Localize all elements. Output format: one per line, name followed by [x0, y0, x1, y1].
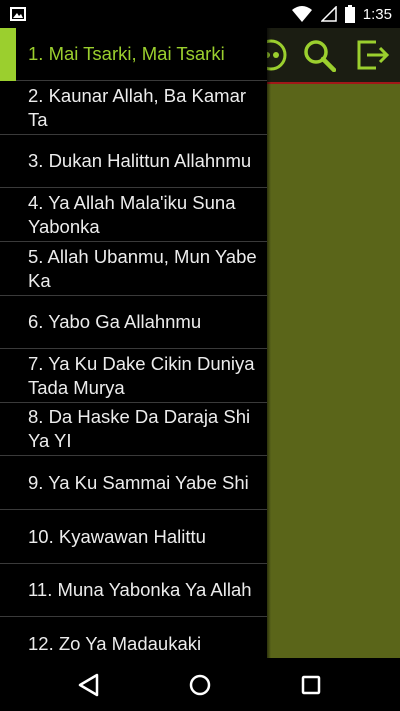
- active-item-marker: [0, 28, 16, 81]
- drawer-item-hymn-9[interactable]: 9. Ya Ku Sammai Yabe Shi: [0, 456, 267, 510]
- search-icon[interactable]: [302, 38, 336, 72]
- drawer-item-label: 4. Ya Allah Mala'iku Suna Yabonka: [28, 191, 236, 237]
- home-icon[interactable]: [185, 670, 215, 700]
- status-time: 1:35: [362, 5, 392, 23]
- drawer-item-hymn-1[interactable]: 1. Mai Tsarki, Mai Tsarki: [0, 28, 267, 81]
- drawer-item-hymn-10[interactable]: 10. Kyawawan Halittu: [0, 510, 267, 564]
- drawer-item-label: 10. Kyawawan Halittu: [28, 525, 206, 547]
- drawer-item-hymn-6[interactable]: 6. Yabo Ga Allahnmu: [0, 296, 267, 349]
- status-bar: 1:35: [0, 0, 400, 28]
- navigation-drawer: 1. Mai Tsarki, Mai Tsarki 2. Kaunar Alla…: [0, 28, 267, 658]
- drawer-shadow: [267, 28, 271, 658]
- system-navigation-bar: [0, 658, 400, 711]
- drawer-item-label: 9. Ya Ku Sammai Yabe Shi: [28, 471, 249, 493]
- drawer-item-label: 11. Muna Yabonka Ya Allah: [28, 579, 252, 600]
- drawer-item-label: 3. Dukan Halittun Allahnmu: [28, 150, 252, 171]
- drawer-item-hymn-5[interactable]: 5. Allah Ubanmu, Mun Yabe Ka: [0, 242, 267, 296]
- wifi-icon: [291, 6, 312, 22]
- drawer-item-label: 7. Ya Ku Dake Cikin Duniya Tada Murya: [28, 352, 255, 398]
- recents-icon[interactable]: [296, 670, 326, 700]
- drawer-item-hymn-7[interactable]: 7. Ya Ku Dake Cikin Duniya Tada Murya: [0, 349, 267, 403]
- signal-icon: [320, 6, 337, 22]
- drawer-item-hymn-12[interactable]: 12. Zo Ya Madaukaki: [0, 617, 267, 658]
- drawer-item-label: 8. Da Haske Da Daraja Shi Ya YI: [28, 406, 251, 451]
- image-notification-icon: [10, 7, 26, 21]
- drawer-item-label: 1. Mai Tsarki, Mai Tsarki: [28, 43, 225, 64]
- drawer-item-hymn-3[interactable]: 3. Dukan Halittun Allahnmu: [0, 135, 267, 188]
- drawer-item-label: 2. Kaunar Allah, Ba Kamar Ta: [28, 84, 247, 130]
- drawer-item-label: 6. Yabo Ga Allahnmu: [28, 311, 202, 332]
- drawer-item-hymn-2[interactable]: 2. Kaunar Allah, Ba Kamar Ta: [0, 81, 267, 135]
- battery-icon: [344, 5, 355, 23]
- drawer-item-hymn-4[interactable]: 4. Ya Allah Mala'iku Suna Yabonka: [0, 188, 267, 242]
- drawer-item-label: 12. Zo Ya Madaukaki: [28, 633, 202, 654]
- back-icon[interactable]: [74, 670, 104, 700]
- drawer-item-hymn-8[interactable]: 8. Da Haske Da Daraja Shi Ya YI: [0, 403, 267, 456]
- exit-icon[interactable]: [356, 38, 390, 72]
- drawer-item-label: 5. Allah Ubanmu, Mun Yabe Ka: [28, 245, 257, 291]
- drawer-item-hymn-11[interactable]: 11. Muna Yabonka Ya Allah: [0, 564, 267, 617]
